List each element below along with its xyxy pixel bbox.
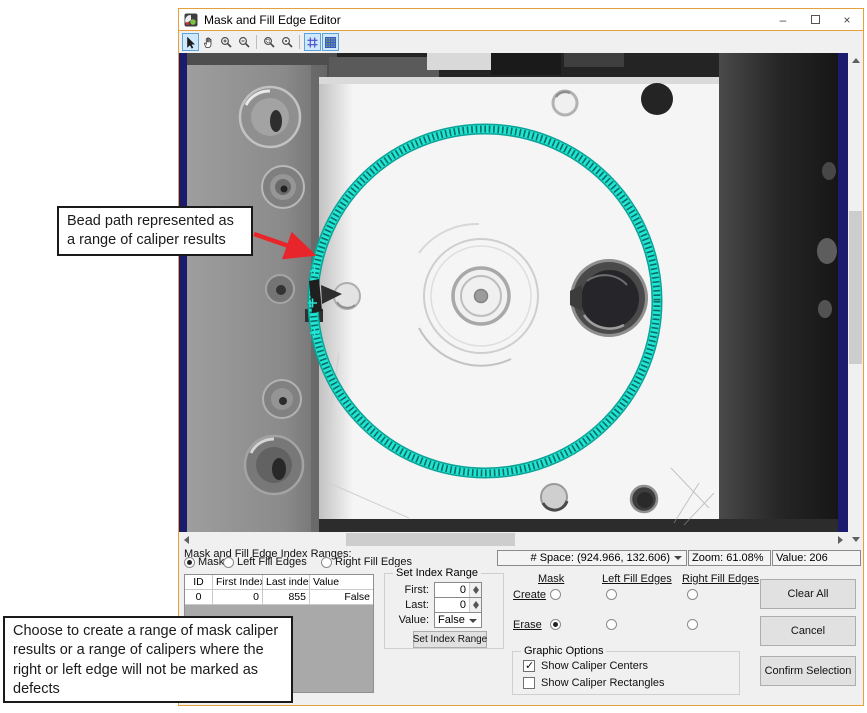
window-title: Mask and Fill Edge Editor <box>204 13 341 27</box>
space-readout-text: # Space: (924.966, 132.606) <box>531 552 670 564</box>
cursor-icon <box>184 36 197 49</box>
zoom-in-icon <box>220 36 233 49</box>
scroll-right-icon[interactable] <box>838 536 843 544</box>
mode-column-right-fill-edges: Right Fill Edges <box>682 573 759 586</box>
zoom-readout: Zoom: 61.08% <box>688 550 771 566</box>
radio-create-mask[interactable] <box>550 589 561 600</box>
toolbar <box>179 31 863 53</box>
toolbar-separator <box>256 35 257 49</box>
maximize-icon <box>811 15 820 24</box>
mask-fill-edge-editor-window: Mask and Fill Edge Editor – × <box>178 8 864 706</box>
value-label: Value: <box>399 614 429 627</box>
column-header-last-index: Last index <box>263 575 310 589</box>
cell-last-index: 855 <box>263 590 310 604</box>
spinner-buttons[interactable] <box>469 598 481 612</box>
zoom-in-button[interactable] <box>218 33 235 51</box>
chevron-down-icon <box>469 619 477 623</box>
grid-lines-button[interactable] <box>304 33 321 51</box>
titlebar: Mask and Fill Edge Editor – × <box>179 9 863 31</box>
radio-right-fill-edges[interactable] <box>321 557 332 568</box>
select-tool-button[interactable] <box>182 33 199 51</box>
vertical-scroll-thumb[interactable] <box>849 211 862 364</box>
scroll-down-icon[interactable] <box>852 537 860 542</box>
radio-erase-left-fill-edges[interactable] <box>606 619 617 630</box>
mode-column-mask: Mask <box>538 573 564 586</box>
cell-value: False <box>310 590 373 604</box>
cell-first-index: 0 <box>213 590 263 604</box>
radio-left-fill-edges[interactable] <box>223 557 234 568</box>
close-button[interactable]: × <box>831 9 863 30</box>
table-row[interactable]: 0 0 855 False <box>185 590 373 605</box>
grid-fill-icon <box>324 36 337 49</box>
zoom-actual-icon <box>281 36 294 49</box>
zoom-out-button[interactable] <box>236 33 253 51</box>
radio-create-right-fill-edges[interactable] <box>687 589 698 600</box>
scroll-up-icon[interactable] <box>852 58 860 63</box>
pan-tool-button[interactable] <box>200 33 217 51</box>
choose-mode-callout: Choose to create a range of mask caliper… <box>3 616 293 703</box>
grid-fill-button[interactable] <box>322 33 339 51</box>
scroll-left-icon[interactable] <box>184 536 189 544</box>
cell-id: 0 <box>185 590 213 604</box>
last-index-value: 0 <box>460 599 466 611</box>
column-header-value: Value <box>310 575 373 589</box>
grid-lines-icon <box>306 36 319 49</box>
spinner-buttons[interactable] <box>469 583 481 597</box>
zoom-actual-button[interactable] <box>279 33 296 51</box>
show-caliper-centers-label[interactable]: Show Caliper Centers <box>541 660 648 673</box>
mode-row-erase-label: Erase <box>513 619 542 632</box>
graphic-options-group-label: Graphic Options <box>521 645 606 658</box>
zoom-readout-text: Zoom: 61.08% <box>692 552 764 564</box>
first-label: First: <box>405 584 429 597</box>
app-icon <box>184 13 198 27</box>
radio-create-left-fill-edges[interactable] <box>606 589 617 600</box>
set-index-range-group-label: Set Index Range <box>393 567 481 580</box>
radio-mask-label[interactable]: Mask <box>198 556 224 569</box>
annotation-arrow <box>248 224 328 266</box>
value-readout-text: Value: 206 <box>776 552 828 564</box>
horizontal-scroll-thumb[interactable] <box>346 533 515 546</box>
show-caliper-centers-checkbox[interactable] <box>523 660 535 672</box>
maximize-button[interactable] <box>799 9 831 30</box>
graphic-options-group: Graphic Options Show Caliper Centers Sho… <box>512 651 740 695</box>
radio-mask[interactable] <box>184 557 195 568</box>
radio-left-fill-edges-label[interactable]: Left Fill Edges <box>237 556 307 569</box>
last-index-spinner[interactable]: 0 <box>434 597 482 613</box>
table-header: ID First Index Last index Value <box>185 575 373 590</box>
zoom-out-icon <box>238 36 251 49</box>
camera-image[interactable] <box>179 53 848 532</box>
toolbar-separator <box>299 35 300 49</box>
horizontal-scrollbar[interactable] <box>179 532 848 547</box>
space-readout[interactable]: # Space: (924.966, 132.606) <box>497 550 687 566</box>
hand-icon <box>202 36 215 49</box>
zoom-region-button[interactable] <box>261 33 278 51</box>
mode-column-left-fill-edges: Left Fill Edges <box>602 573 672 586</box>
set-index-range-button[interactable]: Set Index Range <box>413 631 487 648</box>
vertical-scrollbar[interactable] <box>848 53 863 547</box>
radio-erase-mask[interactable] <box>550 619 561 630</box>
confirm-selection-button[interactable]: Confirm Selection <box>760 656 856 686</box>
first-index-value: 0 <box>460 584 466 596</box>
show-caliper-rectangles-checkbox[interactable] <box>523 677 535 689</box>
show-caliper-rectangles-label[interactable]: Show Caliper Rectangles <box>541 677 665 690</box>
column-header-id: ID <box>185 575 213 589</box>
column-header-first-index: First Index <box>213 575 263 589</box>
minimize-button[interactable]: – <box>767 9 799 30</box>
value-dropdown[interactable]: False <box>434 612 482 628</box>
spin-down-icon[interactable] <box>473 605 479 609</box>
clear-all-button[interactable]: Clear All <box>760 579 856 609</box>
set-index-range-group: Set Index Range First: 0 Last: 0 Value: … <box>384 573 504 649</box>
radio-erase-right-fill-edges[interactable] <box>687 619 698 630</box>
image-viewer <box>179 53 863 547</box>
value-dropdown-selected: False <box>438 614 465 626</box>
bead-path-callout: Bead path represented as a range of cali… <box>57 206 253 256</box>
cancel-button[interactable]: Cancel <box>760 616 856 646</box>
last-label: Last: <box>405 599 429 612</box>
zoom-region-icon <box>263 36 276 49</box>
spin-down-icon[interactable] <box>473 590 479 594</box>
chevron-down-icon <box>674 556 682 560</box>
first-index-spinner[interactable]: 0 <box>434 582 482 598</box>
mode-row-create-label: Create <box>513 589 546 602</box>
value-readout: Value: 206 <box>772 550 861 566</box>
